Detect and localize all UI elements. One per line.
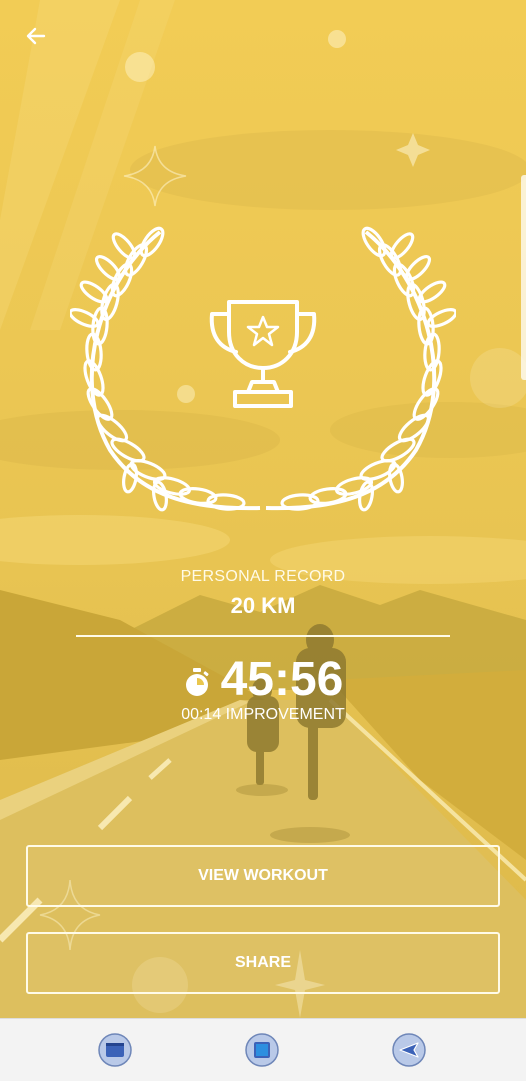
side-scroll-indicator bbox=[521, 175, 526, 380]
share-button[interactable]: SHARE bbox=[26, 932, 500, 994]
record-emblem bbox=[70, 226, 456, 512]
back-button[interactable] bbox=[16, 18, 56, 54]
system-navigation-bar bbox=[0, 1018, 526, 1081]
record-time: 45:56 bbox=[220, 653, 344, 706]
record-distance: 20 KM bbox=[230, 593, 296, 618]
view-workout-button[interactable]: VIEW WORKOUT bbox=[26, 845, 500, 907]
personal-record-screen: PERSONAL RECORD 20 KM 45:56 00:14 IMPROV… bbox=[0, 0, 526, 1018]
record-time-row: 45:56 bbox=[0, 652, 526, 708]
arrow-left-icon bbox=[26, 27, 46, 45]
nav-back-icon[interactable] bbox=[391, 1032, 427, 1068]
home-icon[interactable] bbox=[244, 1032, 280, 1068]
trophy-icon bbox=[209, 300, 317, 408]
improvement-text: 00:14 IMPROVEMENT bbox=[181, 706, 345, 723]
stopwatch-icon bbox=[185, 668, 209, 696]
divider bbox=[76, 635, 450, 637]
recent-apps-icon[interactable] bbox=[97, 1032, 133, 1068]
record-label: PERSONAL RECORD bbox=[180, 568, 346, 585]
